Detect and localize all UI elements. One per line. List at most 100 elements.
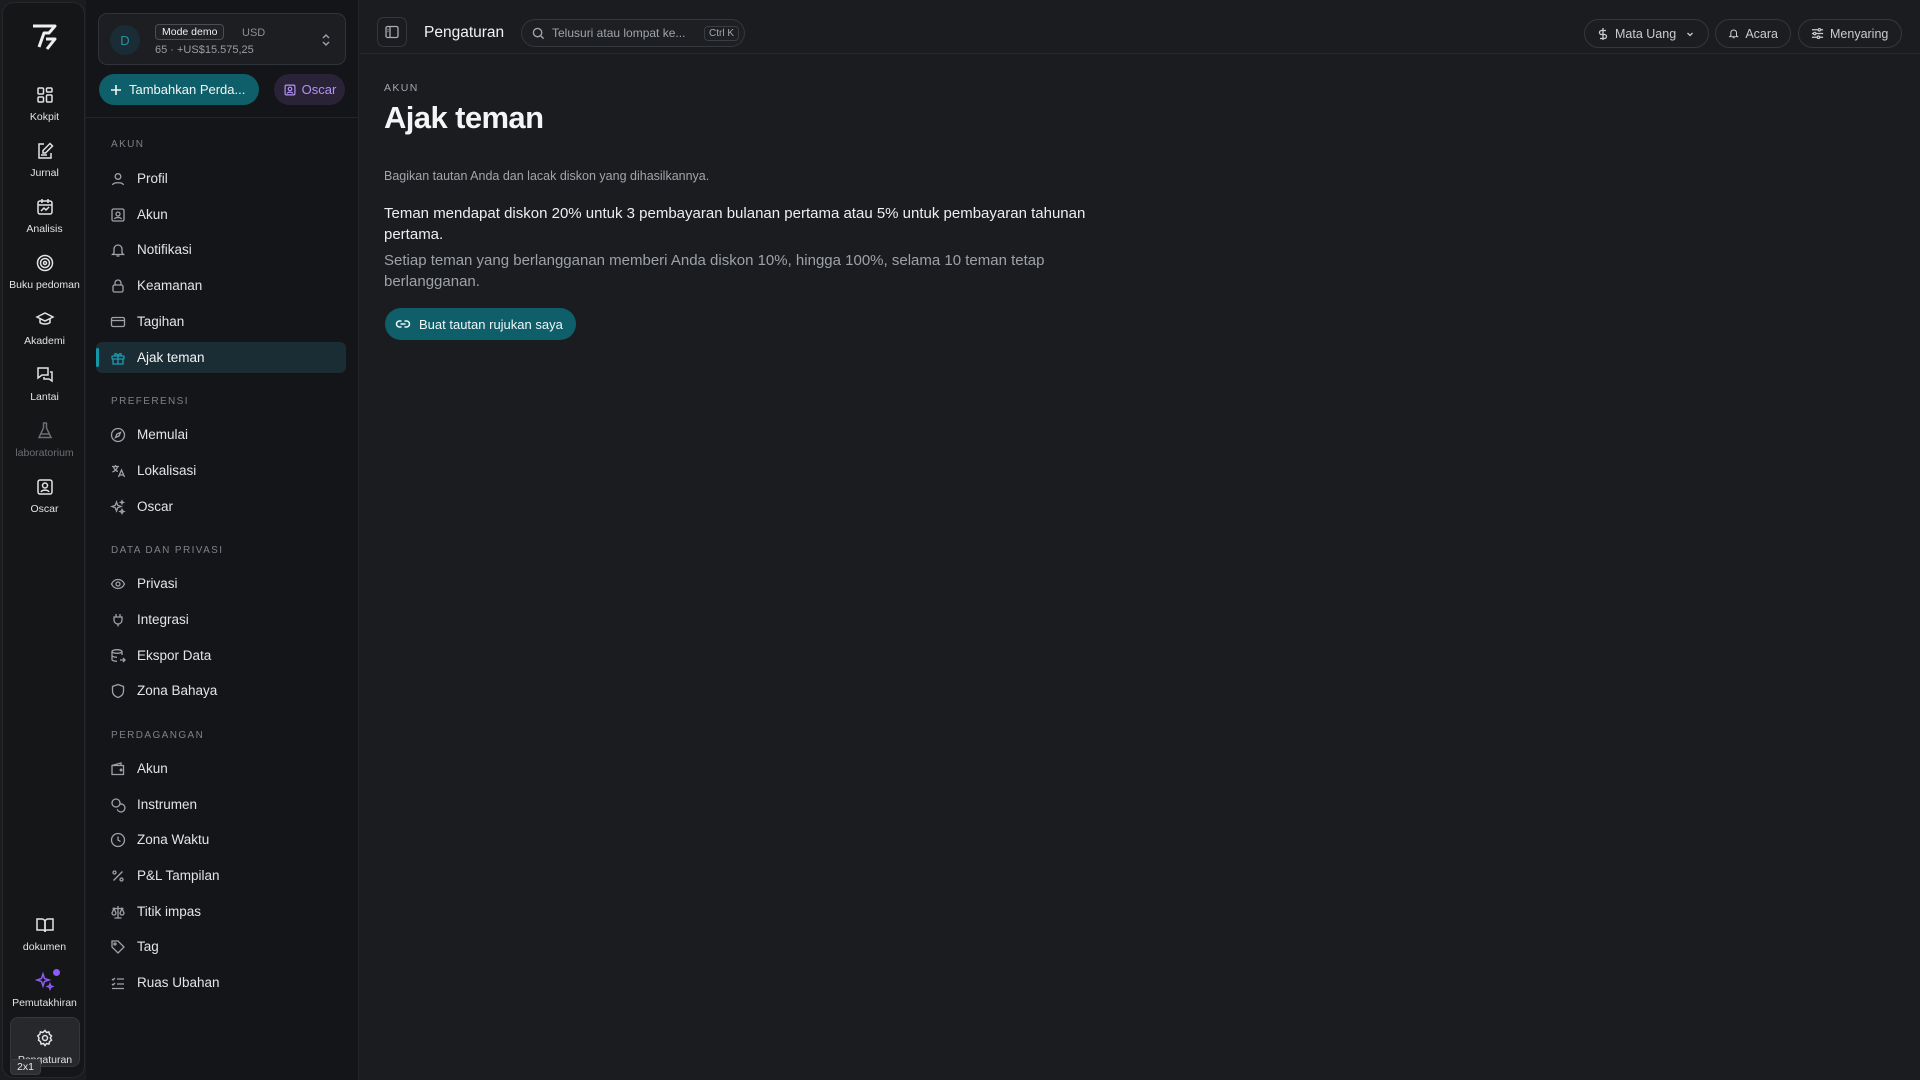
sidebar-item-label: Titik impas [137, 904, 202, 919]
sidebar-item-label: Instrumen [137, 797, 198, 812]
sidebar-item-privasi[interactable]: Privasi [96, 568, 346, 599]
filter-label: Menyaring [1830, 26, 1889, 41]
compass-icon [110, 427, 126, 442]
journal-edit-icon [37, 142, 54, 159]
sidebar-item-label: Integrasi [137, 612, 189, 627]
chevron-up-down-icon [322, 33, 330, 47]
lock-icon [112, 278, 124, 293]
sidebar-item-akun[interactable]: Akun [96, 199, 346, 230]
rail-label: Buku pedoman [9, 279, 80, 291]
sidebar-item-instrumen[interactable]: Instrumen [96, 789, 346, 820]
book-open-icon [35, 918, 54, 933]
friend-offer-text: Teman mendapat diskon 20% untuk 3 pembay… [384, 205, 1086, 243]
rail-item-pemutakhiran[interactable]: Pemutakhiran [7, 967, 82, 1019]
page-heading: Ajak teman [384, 100, 544, 135]
sidebar-item-label: Zona Waktu [137, 832, 210, 847]
sidebar-item-memulai[interactable]: Memulai [96, 419, 346, 450]
rail-item-dokumen[interactable]: dokumen [7, 911, 82, 963]
rail-label: Pemutakhiran [12, 997, 77, 1009]
gift-icon [111, 352, 125, 365]
sidebar-item-label: Lokalisasi [137, 463, 197, 478]
zoom-badge: 2x1 [10, 1059, 41, 1075]
sliders-icon [1811, 27, 1824, 40]
search-shortcut: Ctrl K [704, 25, 739, 41]
rail-label: Analisis [26, 223, 63, 235]
section-title-preferensi: PREFERENSI [111, 396, 189, 407]
sidebar-item-label: Tagihan [137, 314, 185, 329]
clock-icon [110, 832, 126, 847]
chevron-down-icon [1687, 32, 1694, 36]
sidebar-item-label: Zona Bahaya [137, 683, 218, 698]
section-title-perdagangan: PERDAGANGAN [111, 730, 205, 741]
create-referral-link-button[interactable]: Buat tautan rujukan saya [385, 308, 576, 340]
panel-left-icon [385, 25, 399, 39]
rail-item-analisis[interactable]: Analisis [7, 193, 82, 245]
plug-icon [113, 613, 123, 626]
graduation-cap-icon [34, 312, 55, 325]
sidebar-item-label: Ekspor Data [137, 648, 212, 663]
dollar-icon [1598, 27, 1608, 40]
eye-icon [110, 578, 126, 589]
events-label: Acara [1745, 26, 1778, 41]
rail-item-lantai[interactable]: Lantai [7, 361, 82, 413]
events-button[interactable]: Acara [1715, 19, 1791, 48]
rail-item-akademi[interactable]: Akademi [7, 305, 82, 357]
section-eyebrow: AKUN [384, 82, 419, 94]
sidebar-item-zona-waktu[interactable]: Zona Waktu [96, 824, 346, 855]
sidebar-item-integrasi[interactable]: Integrasi [96, 604, 346, 635]
rail-item-laboratorium[interactable]: laboratorium [7, 417, 82, 469]
account-summary: 65 · +US$15.575,25 [155, 44, 254, 56]
rail-label: Oscar [30, 503, 59, 515]
sidebar-item-label: Notifikasi [137, 242, 192, 257]
rail-item-jurnal[interactable]: Jurnal [7, 137, 82, 189]
sidebar-item-tag[interactable]: Tag [96, 931, 346, 962]
sparkles-icon [110, 498, 126, 515]
percent-icon [112, 869, 124, 882]
sidebar-item-ruas-ubahan[interactable]: Ruas Ubahan [96, 967, 346, 998]
gear-icon [36, 1029, 53, 1047]
contact-card-icon [36, 479, 53, 495]
oscar-label: Oscar [301, 82, 337, 97]
sidebar-item-notifikasi[interactable]: Notifikasi [96, 234, 346, 265]
rail-item-kokpit[interactable]: Kokpit [7, 81, 82, 133]
sidebar-item-keamanan[interactable]: Keamanan [96, 270, 346, 301]
oscar-button[interactable]: Oscar [274, 74, 345, 105]
demo-mode-badge: Mode demo [155, 24, 225, 40]
sidebar-item-label: Oscar [137, 499, 174, 514]
sidebar-toggle-button[interactable] [377, 17, 407, 47]
chat-bubbles-icon [36, 367, 53, 383]
sidebar-item-lokalisasi[interactable]: Lokalisasi [96, 455, 346, 486]
search-placeholder: Telusuri atau lompat ke... [552, 26, 686, 40]
reward-text: Setiap teman yang berlangganan memberi A… [384, 252, 1045, 290]
sidebar-item-akun-trading[interactable]: Akun [96, 753, 346, 784]
account-switcher[interactable]: D Mode demo USD 65 · +US$15.575,25 [98, 13, 346, 65]
search-input[interactable]: Telusuri atau lompat ke... Ctrl K [521, 19, 745, 47]
coins-icon [111, 797, 126, 813]
rail-label: Kokpit [29, 111, 60, 123]
page-description: Bagikan tautan Anda dan lacak diskon yan… [384, 169, 710, 183]
add-trade-button[interactable]: Tambahkan Perda... [99, 74, 259, 105]
contact-card-icon [111, 207, 125, 222]
sidebar-item-profil[interactable]: Profil [96, 163, 346, 194]
sidebar-item-ajak-teman[interactable]: Ajak teman [96, 342, 346, 373]
rail-item-oscar[interactable]: Oscar [7, 473, 82, 525]
sidebar-item-pnl-tampilan[interactable]: P&L Tampilan [96, 860, 346, 891]
sidebar-item-label: Tag [137, 939, 159, 954]
list-checks-icon [111, 977, 124, 989]
icon-rail: Kokpit Jurnal Analisis Buku pedoman Akad… [2, 2, 85, 1078]
app-logo-icon[interactable] [29, 21, 61, 53]
section-title-akun: AKUN [111, 139, 145, 150]
sidebar-item-zona-bahaya[interactable]: Zona Bahaya [96, 675, 346, 706]
filter-button[interactable]: Menyaring [1798, 19, 1902, 48]
currency-dropdown[interactable]: Mata Uang [1584, 19, 1709, 48]
sidebar-item-ekspor-data[interactable]: Ekspor Data [96, 640, 346, 671]
sidebar-item-titik-impas[interactable]: Titik impas [96, 896, 346, 927]
dashboard-grid-icon [36, 87, 53, 103]
sidebar-item-oscar[interactable]: Oscar [96, 491, 346, 522]
sidebar-item-label: Akun [137, 207, 168, 222]
rail-item-buku-pedoman[interactable]: Buku pedoman [7, 249, 82, 301]
calendar-chart-icon [36, 199, 53, 215]
sidebar-item-tagihan[interactable]: Tagihan [96, 306, 346, 337]
account-currency: USD [242, 27, 266, 39]
sidebar-divider [86, 117, 359, 118]
